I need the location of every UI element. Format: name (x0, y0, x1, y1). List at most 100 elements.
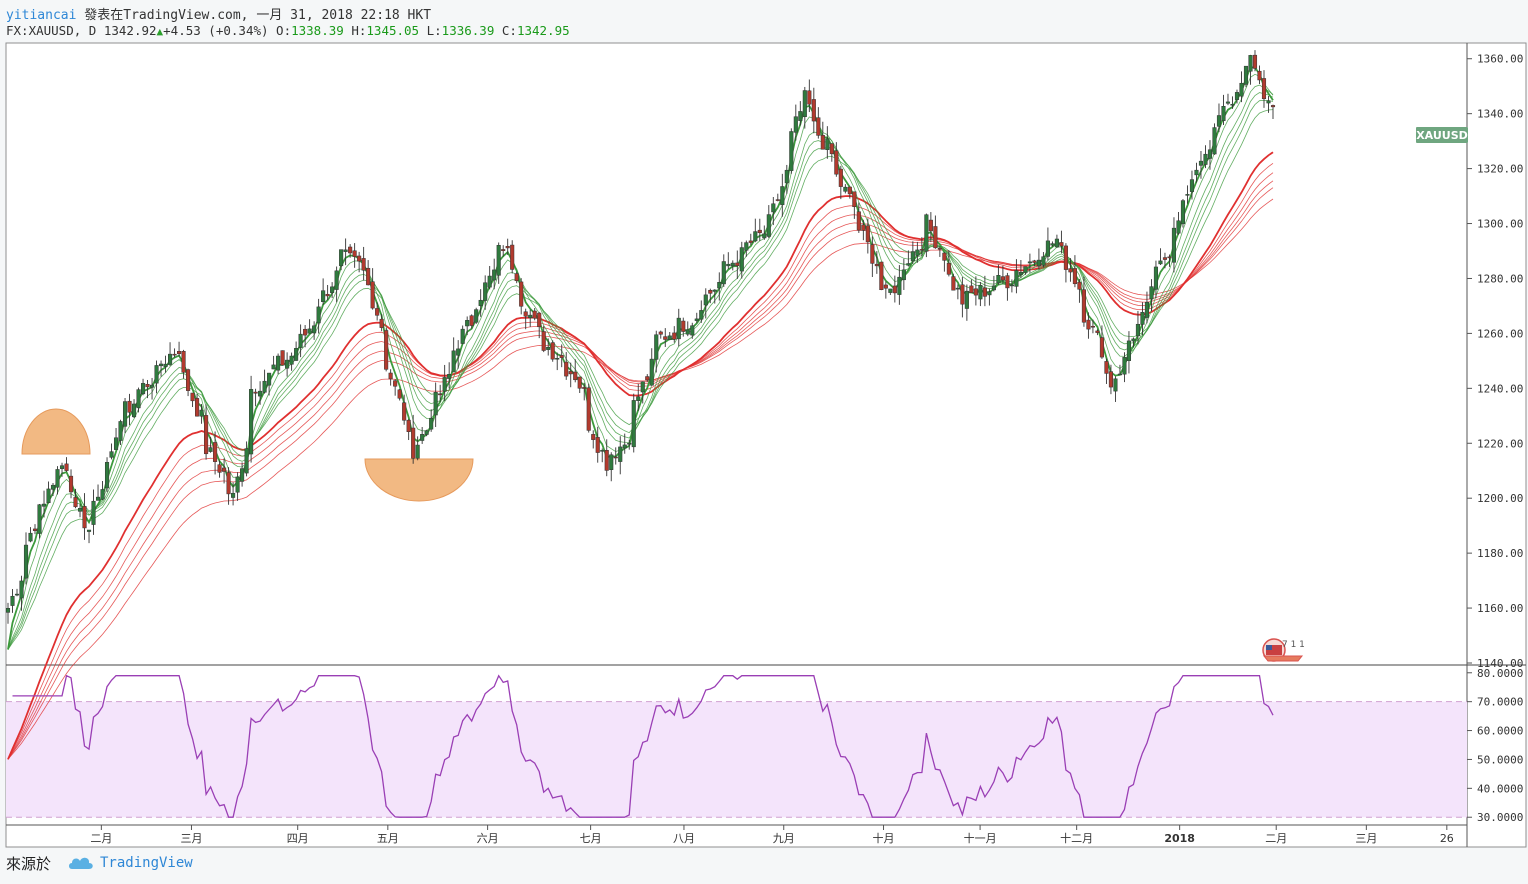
candle-body (1167, 256, 1172, 259)
candle-body (289, 355, 294, 365)
price-chart[interactable]: 1360.00 1340.00 1320.00 1300.00 1280.00 1260.… (0, 0, 1528, 884)
candle-body (231, 492, 236, 498)
candle-body (100, 489, 105, 500)
candle-body (1099, 337, 1104, 358)
candle-body (586, 387, 591, 431)
candle-body (1023, 266, 1028, 273)
candle-body (420, 434, 425, 441)
candle-body (1225, 101, 1231, 104)
candle-body (186, 369, 191, 391)
candle-body (352, 250, 357, 257)
candle-body (1248, 55, 1253, 72)
price-tag[interactable]: XAUUSD (1416, 127, 1468, 143)
candle-body (1261, 78, 1267, 100)
candle-body (501, 249, 506, 251)
candle-body (1117, 373, 1122, 376)
candle-body (68, 475, 74, 493)
candle-body (447, 374, 452, 379)
candle-body (802, 90, 807, 117)
candle-body (258, 390, 263, 397)
candle-body (483, 282, 488, 301)
candle-body (892, 285, 897, 294)
candle-body (217, 464, 222, 473)
candle-body (1045, 240, 1050, 257)
candle-body (1072, 268, 1077, 285)
candle-body (1266, 100, 1271, 104)
candle-body (28, 532, 33, 542)
candle-body (555, 357, 560, 360)
candle-body (582, 387, 587, 389)
candle-body (77, 507, 83, 512)
candle-body (726, 263, 731, 267)
candle-body (964, 290, 969, 309)
time-tick-label: 七月 (580, 832, 602, 845)
candle-body (915, 249, 920, 256)
candle-body (127, 400, 132, 413)
candle-body (690, 325, 695, 336)
candle-body (388, 372, 393, 380)
candle-body (838, 168, 843, 187)
candle-body (1198, 160, 1204, 166)
candle-body (429, 417, 434, 430)
candle-body (784, 169, 789, 184)
candle-body (1185, 194, 1190, 196)
candle-body (1207, 149, 1213, 159)
price-tick-label: 1320.00 (1477, 163, 1523, 176)
candle-body (645, 376, 650, 381)
candle-body (357, 255, 362, 262)
candle-body (919, 249, 924, 251)
candle-body (348, 246, 353, 254)
time-tick-label: 二月 (1265, 832, 1287, 845)
candle-body (987, 291, 992, 296)
candle-body (1239, 82, 1244, 97)
candle-body (685, 329, 690, 335)
candle-body (1032, 260, 1037, 263)
candle-body (825, 138, 830, 150)
candle-body (456, 348, 461, 356)
candle-body (1270, 105, 1276, 108)
candle-body (577, 376, 582, 389)
candle-body (937, 247, 942, 250)
candle-body (393, 380, 398, 387)
candle-body (1036, 259, 1041, 267)
candle-body (600, 450, 605, 452)
candle-body (5, 608, 11, 613)
time-tick-label: 四月 (287, 832, 309, 845)
candle-body (55, 469, 60, 488)
candle-body (910, 251, 915, 262)
candle-body (253, 391, 258, 394)
candle-body (1203, 153, 1208, 165)
candle-body (1153, 266, 1159, 290)
candle-body (717, 282, 722, 289)
candle-body (1135, 323, 1140, 337)
candle-body (1077, 281, 1082, 290)
candle-body (307, 328, 312, 334)
candle-body (771, 203, 776, 213)
candle-body (960, 284, 965, 305)
candle-body (41, 503, 47, 507)
candle-body (883, 284, 888, 289)
candle-body (438, 393, 443, 396)
tradingview-logo[interactable]: TradingView (68, 855, 193, 871)
candle-body (240, 468, 245, 482)
candle-body (901, 269, 906, 281)
candle-body (59, 465, 65, 469)
candle-body (267, 372, 272, 386)
candle-body (942, 252, 947, 261)
brand-label: TradingView (100, 855, 193, 871)
candle-body (1176, 220, 1181, 234)
candle-body (546, 346, 551, 350)
candle-body (559, 355, 564, 358)
candle-body (973, 288, 978, 296)
candle-body (213, 442, 218, 462)
candle-body (469, 315, 474, 326)
candle-body (474, 309, 479, 323)
candle-body (676, 317, 681, 340)
candle-body (1095, 330, 1100, 333)
candle-body (451, 350, 456, 373)
candle-body (1234, 92, 1240, 100)
candle-body (321, 290, 326, 302)
candle-body (294, 348, 299, 361)
candle-body (739, 247, 744, 272)
candle-body (564, 361, 569, 377)
